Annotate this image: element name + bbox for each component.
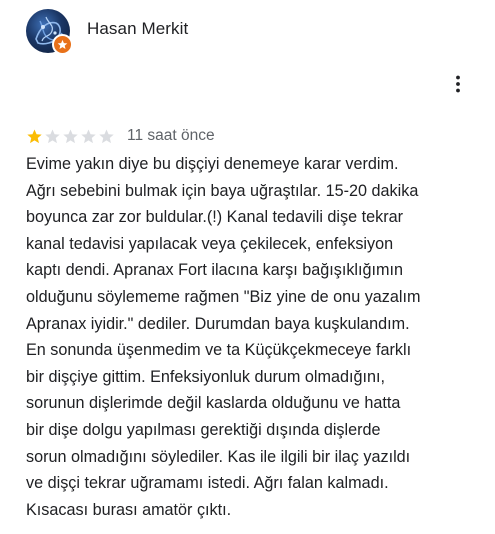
review-text-line: Evime yakın diye bu dişçiyi denemeye kar… [26, 155, 399, 173]
review-text: Evime yakın diye bu dişçiyi denemeye kar… [26, 151, 476, 523]
review-text-line: Apranax iyidir." dediler. Durumdan baya … [26, 314, 410, 333]
star-filled-icon [27, 129, 42, 143]
author-name[interactable]: Hasan Merkit [87, 19, 188, 39]
review-text-line: En sonunda üşenmedim ve ta Küçükçekmecey… [26, 341, 412, 360]
review-text-line: kanal tedavisi yapılacak veya çekilecek,… [26, 234, 394, 253]
rating-row: 11 saat önce [26, 126, 215, 146]
review-text-line: kaptı dendi. Apranax Fort ilacına karşı … [26, 261, 403, 280]
star-empty-icon [45, 129, 60, 143]
star-empty-icon [81, 129, 96, 143]
review-text-line: boyunca zar zor buldular.(!) Kanal tedav… [26, 208, 403, 227]
more-options-button[interactable] [446, 72, 470, 96]
review-text-line: sorun olmadığını söylediler. Kas ile ilg… [26, 447, 411, 466]
local-guide-star-icon [52, 34, 73, 55]
star-rating [26, 128, 116, 145]
review-text-line: olduğunu söylememe rağmen "Biz yine de o… [26, 287, 421, 306]
star-empty-icon [99, 129, 114, 143]
review-text-line: bir dişe dolgu yapılması gerektiği dışın… [26, 420, 381, 439]
review-text-line: sorunun dişlerimde değil kaslarda olduğu… [26, 394, 401, 413]
more-vert-icon [456, 75, 460, 93]
avatar[interactable] [26, 9, 73, 55]
review-time: 11 saat önce [127, 127, 215, 144]
review-text-line: Ağrı sebebini bulmak için baya uğraştıla… [26, 181, 419, 200]
review-text-line: Kısacası burası amatör çıktı. [26, 500, 232, 519]
review-text-line: ve dişçi tekrar uğramamı istedi. Ağrı fa… [26, 474, 389, 493]
review-text-line: bir dişçiye gittim. Enfeksiyonluk durum … [26, 367, 385, 386]
star-empty-icon [63, 129, 78, 143]
